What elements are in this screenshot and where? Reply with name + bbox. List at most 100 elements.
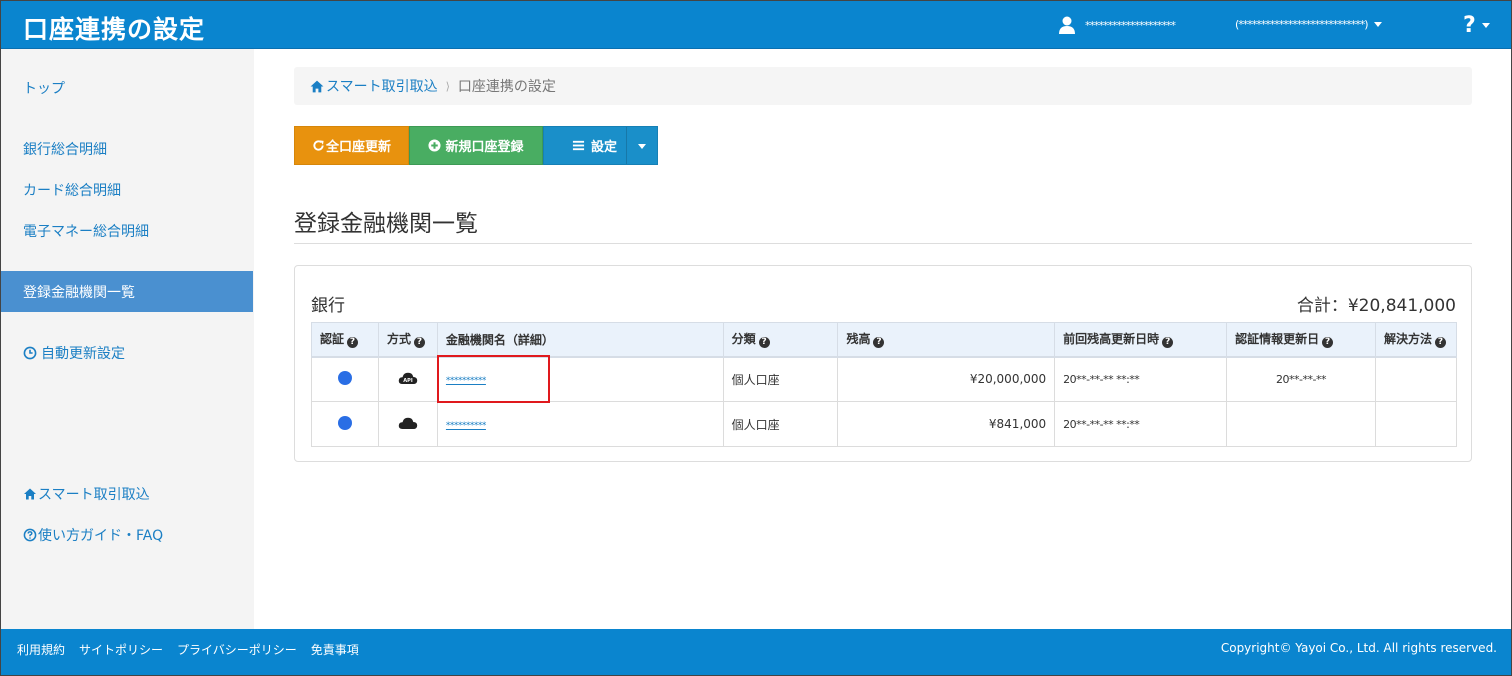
question-circle-icon[interactable]: ? — [347, 337, 359, 349]
page-title: 口座連携の設定 — [23, 15, 206, 44]
balance-cell: ¥841,000 — [837, 401, 1056, 447]
sidebar-item-label: 使い方ガイド・FAQ — [38, 528, 164, 544]
chevron-down-icon — [1373, 22, 1382, 27]
sidebar-item-label: スマート取引取込 — [38, 487, 150, 503]
column-header-category[interactable]: 分類? — [722, 322, 839, 358]
auth-cell — [311, 401, 379, 447]
add-account-button[interactable]: 新規口座登録 — [409, 126, 543, 165]
chevron-down-icon — [1481, 23, 1490, 28]
clock-icon — [23, 346, 37, 360]
question-circle-icon — [23, 528, 37, 542]
svg-text:API: API — [403, 378, 413, 384]
method-cell — [377, 401, 438, 447]
highlight-annotation — [437, 355, 550, 403]
sidebar-item-auto-update[interactable]: 自動更新設定 — [23, 343, 125, 363]
user-name: ******************** — [1085, 18, 1176, 32]
column-header-auth-update[interactable]: 認証情報更新日? — [1226, 322, 1376, 358]
auth-update-cell: 20**-**-** — [1226, 356, 1376, 402]
column-header-method[interactable]: 方式? — [377, 322, 438, 358]
sidebar-item-smart-import[interactable]: スマート取引取込 — [23, 484, 150, 504]
institution-detail-link[interactable]: ********** — [446, 421, 487, 431]
section-divider — [294, 243, 1472, 244]
section-title: 登録金融機関一覧 — [294, 211, 478, 237]
question-circle-icon[interactable]: ? — [1162, 337, 1174, 349]
status-dot-icon — [337, 370, 352, 385]
status-dot-icon — [337, 415, 352, 430]
cloud-api-icon: API — [398, 372, 418, 384]
org-name: (****************************) — [1235, 18, 1369, 31]
help-icon: ? — [1463, 13, 1476, 38]
sidebar-item-institutions[interactable]: 登録金融機関一覧 — [1, 271, 253, 312]
question-circle-icon[interactable]: ? — [413, 337, 425, 349]
settings-dropdown-button[interactable]: 設定 — [543, 126, 658, 165]
breadcrumb-current: 口座連携の設定 — [457, 79, 556, 95]
last-update-cell: 20**-**-** **:** — [1054, 401, 1228, 447]
org-dropdown[interactable]: (****************************) — [1235, 18, 1382, 31]
sidebar-item-label: 銀行総合明細 — [23, 142, 107, 158]
sidebar-item-top[interactable]: トップ — [23, 78, 65, 98]
method-cell: API — [377, 356, 438, 402]
sidebar-item-guide-faq[interactable]: 使い方ガイド・FAQ — [23, 525, 163, 545]
sidebar-item-bank-statement[interactable]: 銀行総合明細 — [23, 139, 107, 159]
question-circle-icon[interactable]: ? — [1322, 337, 1334, 349]
column-header-resolution[interactable]: 解決方法? — [1374, 322, 1458, 358]
question-circle-icon[interactable]: ? — [1434, 337, 1446, 349]
settings-label: 設定 — [591, 140, 618, 155]
sidebar: トップ 銀行総合明細 カード総合明細 電子マネー総合明細 登録金融機関一覧 自動… — [1, 49, 254, 629]
button-divider — [626, 127, 627, 164]
footer-link-privacy[interactable]: プライバシーポリシー — [177, 641, 297, 658]
cloud-icon — [398, 417, 418, 429]
menu-icon — [572, 140, 585, 151]
question-circle-icon[interactable]: ? — [873, 337, 885, 349]
table-header-row: 認証? 方式? 金融機関名（詳細） 分類? 残高? 前回残高更新日時? 認証情報… — [311, 322, 1458, 358]
refresh-icon — [313, 140, 324, 151]
column-header-last-update[interactable]: 前回残高更新日時? — [1054, 322, 1228, 358]
sidebar-item-label: カード総合明細 — [23, 183, 121, 199]
sidebar-item-label: 登録金融機関一覧 — [23, 284, 135, 301]
category-cell: 個人口座 — [722, 356, 839, 402]
column-header-auth[interactable]: 認証? — [311, 322, 379, 358]
refresh-all-label: 全口座更新 — [325, 140, 391, 155]
breadcrumb-home-link[interactable]: スマート取引取込 — [309, 76, 438, 96]
resolution-cell — [1374, 401, 1458, 447]
toolbar: 全口座更新 新規口座登録 設定 — [294, 126, 658, 165]
column-header-name: 金融機関名（詳細） — [436, 322, 724, 358]
breadcrumb-home-label: スマート取引取込 — [326, 79, 438, 95]
auth-update-cell — [1226, 401, 1376, 447]
refresh-all-button[interactable]: 全口座更新 — [294, 126, 409, 165]
sidebar-item-label: トップ — [23, 81, 65, 97]
last-update-cell: 20**-**-** **:** — [1054, 356, 1228, 402]
question-circle-icon[interactable]: ? — [758, 337, 770, 349]
footer-links: 利用規約 サイトポリシー プライバシーポリシー 免責事項 — [17, 641, 373, 658]
user-icon — [1059, 16, 1075, 34]
home-icon — [310, 80, 324, 92]
panel-title: 銀行 — [311, 296, 345, 316]
app-frame: 口座連携の設定 ******************** (**********… — [0, 0, 1512, 676]
balance-cell: ¥20,000,000 — [837, 356, 1056, 402]
home-icon — [24, 488, 36, 500]
column-header-balance[interactable]: 残高? — [837, 322, 1056, 358]
auth-cell — [311, 356, 379, 402]
chevron-down-icon — [638, 144, 646, 149]
footer-link-disclaimer[interactable]: 免責事項 — [311, 641, 359, 658]
footer-link-terms[interactable]: 利用規約 — [17, 641, 65, 658]
footer-link-site-policy[interactable]: サイトポリシー — [79, 641, 163, 658]
header-bar: 口座連携の設定 ******************** (**********… — [1, 1, 1511, 49]
help-button[interactable]: ? — [1463, 13, 1490, 38]
user-menu[interactable]: ******************** — [1057, 15, 1176, 35]
breadcrumb: スマート取引取込 ⟩ 口座連携の設定 — [294, 67, 1472, 105]
add-account-label: 新規口座登録 — [445, 140, 524, 155]
sidebar-item-label: 電子マネー総合明細 — [23, 224, 149, 240]
sidebar-item-label: 自動更新設定 — [41, 346, 125, 362]
table-row: ********** 個人口座 ¥841,000 20**-**-** **:*… — [311, 401, 1458, 447]
sidebar-item-card-statement[interactable]: カード総合明細 — [23, 180, 121, 200]
resolution-cell — [1374, 356, 1458, 402]
category-cell: 個人口座 — [722, 401, 839, 447]
footer: 利用規約 サイトポリシー プライバシーポリシー 免責事項 Copyright© … — [1, 629, 1511, 675]
plus-circle-icon — [428, 139, 442, 152]
panel-total: 合計：¥20,841,000 — [1296, 296, 1456, 316]
institution-name-cell: ********** — [436, 401, 724, 447]
copyright: Copyright© Yayoi Co., Ltd. All rights re… — [1220, 641, 1497, 655]
breadcrumb-separator-icon: ⟩ — [445, 79, 450, 93]
sidebar-item-emoney-statement[interactable]: 電子マネー総合明細 — [23, 221, 149, 241]
